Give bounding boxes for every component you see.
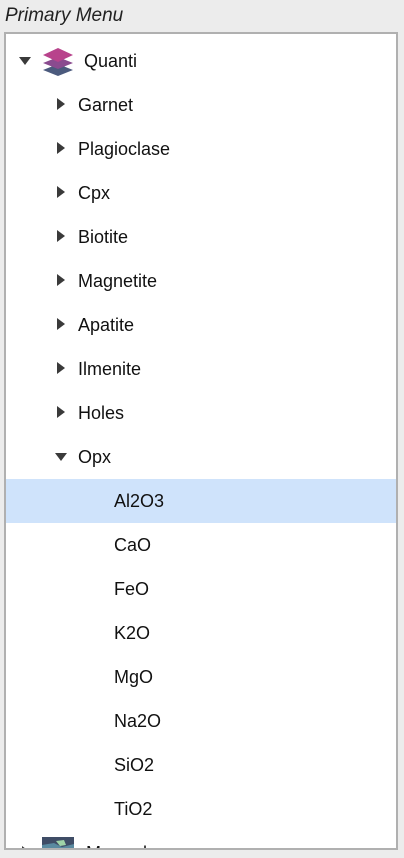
tree-item-na2o[interactable]: Na2O (6, 699, 396, 743)
tree-item-tio2[interactable]: TiO2 (6, 787, 396, 831)
expand-arrow-icon[interactable] (55, 391, 69, 435)
expand-arrow-icon[interactable] (19, 831, 33, 848)
tree-item-feo[interactable]: FeO (6, 567, 396, 611)
tree-item-merged[interactable]: Merged (6, 831, 396, 848)
layers-icon (43, 48, 73, 76)
tree-item-label: Opx (78, 447, 112, 467)
tree-item-label: Na2O (114, 711, 162, 731)
expand-arrow-icon[interactable] (55, 127, 69, 171)
collapse-arrow-icon[interactable] (19, 39, 33, 83)
tree-item-garnet[interactable]: Garnet (6, 83, 396, 127)
tree-item-holes[interactable]: Holes (6, 391, 396, 435)
tree-item-label: Al2O3 (114, 491, 165, 511)
tree-item-biotite[interactable]: Biotite (6, 215, 396, 259)
tree-view[interactable]: Quanti Garnet Plagioclase Cpx Biotite Ma… (4, 32, 398, 850)
tree-item-mgo[interactable]: MgO (6, 655, 396, 699)
tree-item-k2o[interactable]: K2O (6, 611, 396, 655)
tree-item-label: Biotite (78, 227, 129, 247)
collapse-arrow-icon[interactable] (55, 435, 69, 479)
panel-title: Primary Menu (5, 5, 124, 26)
tree-item-label: Plagioclase (78, 139, 171, 159)
tree-item-label: FeO (114, 579, 150, 599)
tree-item-al2o3[interactable]: Al2O3 (6, 479, 396, 523)
tree-item-label: Apatite (78, 315, 135, 335)
tree-item-label: Quanti (84, 51, 138, 71)
tree-item-label: Holes (78, 403, 125, 423)
expand-arrow-icon[interactable] (55, 303, 69, 347)
tree-item-cpx[interactable]: Cpx (6, 171, 396, 215)
tree-item-apatite[interactable]: Apatite (6, 303, 396, 347)
expand-arrow-icon[interactable] (55, 259, 69, 303)
tree-item-label: Ilmenite (78, 359, 142, 379)
tree-item-magnetite[interactable]: Magnetite (6, 259, 396, 303)
expand-arrow-icon[interactable] (55, 83, 69, 127)
tree-item-ilmenite[interactable]: Ilmenite (6, 347, 396, 391)
map-icon (42, 837, 74, 848)
tree-item-plagioclase[interactable]: Plagioclase (6, 127, 396, 171)
expand-arrow-icon[interactable] (55, 171, 69, 215)
tree-item-label: Merged (86, 831, 147, 848)
tree-item-label: TiO2 (114, 799, 153, 819)
tree-item-label: CaO (114, 535, 152, 555)
tree-item-sio2[interactable]: SiO2 (6, 743, 396, 787)
tree-item-label: Garnet (78, 95, 134, 115)
tree-item-label: Cpx (78, 183, 111, 203)
expand-arrow-icon[interactable] (55, 347, 69, 391)
tree-item-label: MgO (114, 667, 154, 687)
tree-item-cao[interactable]: CaO (6, 523, 396, 567)
tree-item-label: Magnetite (78, 271, 158, 291)
tree-item-quanti[interactable]: Quanti (6, 39, 396, 83)
tree-item-opx[interactable]: Opx (6, 435, 396, 479)
expand-arrow-icon[interactable] (55, 215, 69, 259)
tree: Quanti Garnet Plagioclase Cpx Biotite Ma… (6, 39, 396, 848)
tree-item-label: SiO2 (114, 755, 155, 775)
tree-item-label: K2O (114, 623, 151, 643)
